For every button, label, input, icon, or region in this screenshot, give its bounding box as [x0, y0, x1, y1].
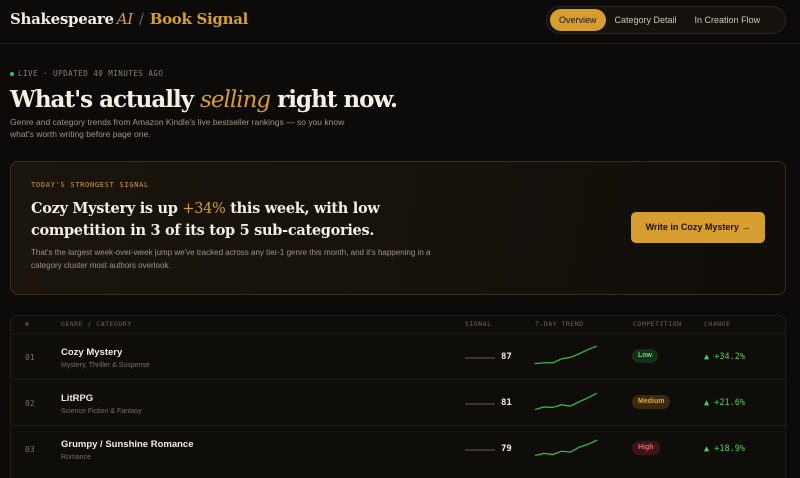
col-trend[interactable]: 7-DAY TREND: [535, 320, 584, 328]
tab-in-creation-flow[interactable]: In Creation Flow: [686, 9, 770, 31]
col-signal[interactable]: SIGNAL: [465, 320, 491, 328]
brand-ai: AI: [116, 10, 133, 28]
view-tabs: Overview Category Detail In Creation Flo…: [546, 6, 786, 34]
signal-bar: [465, 403, 495, 405]
row-rank: 02: [25, 399, 35, 408]
app-logo[interactable]: Shakespeare AI / Book Signal: [10, 10, 248, 28]
col-change[interactable]: CHANGE: [704, 320, 730, 328]
trend-line: [534, 392, 598, 411]
col-genre[interactable]: GENRE / CATEGORY: [61, 320, 132, 328]
genre-name: Grumpy / Sunshine Romance: [61, 439, 194, 450]
competition-badge: Medium: [632, 395, 671, 409]
live-status: LIVE · UPDATED 40 MINUTES AGO: [10, 69, 163, 78]
signal-bar: [465, 449, 495, 451]
genre-category: Romance: [61, 454, 91, 461]
row-rank: 03: [25, 445, 35, 454]
page-subtitle: Genre and category trends from Amazon Ki…: [10, 117, 345, 139]
change-value: ▲ +21.6%: [704, 398, 745, 408]
table-row[interactable]: 01 Cozy Mystery Mystery, Thriller & Susp…: [11, 333, 785, 379]
strongest-signal-card: TODAY'S STRONGEST SIGNAL Cozy Mystery is…: [10, 161, 786, 295]
signal-label: TODAY'S STRONGEST SIGNAL: [31, 181, 149, 189]
signal-headline: Cozy Mystery is up +34% this week, with …: [31, 200, 380, 239]
trend-sparkline: [534, 345, 598, 365]
table-row[interactable]: 02 LitRPG Science Fiction & Fantasy 81 M…: [11, 379, 785, 425]
change-value: ▲ +18.9%: [704, 444, 745, 454]
genre-category: Science Fiction & Fantasy: [61, 408, 142, 415]
table-row[interactable]: 03 Grumpy / Sunshine Romance Romance 79 …: [11, 425, 785, 471]
col-competition[interactable]: COMPETITION: [633, 320, 682, 328]
top-bar: Shakespeare AI / Book Signal Overview Categ…: [0, 0, 800, 44]
signal-score: 79: [501, 444, 512, 454]
genre-category: Mystery, Thriller & Suspense: [61, 362, 150, 369]
genre-name: Cozy Mystery: [61, 347, 123, 358]
col-rank: #: [25, 320, 30, 328]
row-rank: 01: [25, 353, 35, 362]
signal-bar: [465, 357, 495, 359]
product-name: Book Signal: [149, 10, 249, 28]
trend-sparkline: [534, 392, 598, 411]
brand-name: Shakespeare: [10, 10, 114, 28]
trend-line: [534, 345, 598, 365]
genre-table: # GENRE / CATEGORY SIGNAL 7-DAY TREND CO…: [10, 315, 786, 478]
signal-score: 87: [501, 352, 512, 362]
tab-category-detail[interactable]: Category Detail: [606, 9, 686, 31]
trend-sparkline: [534, 439, 598, 457]
brand-separator: /: [138, 10, 144, 28]
live-dot-icon: [10, 71, 14, 76]
signal-description: That's the largest week-over-week jump w…: [31, 248, 431, 270]
competition-badge: Low: [632, 349, 658, 363]
genre-name: LitRPG: [61, 393, 94, 404]
change-value: ▲ +34.2%: [704, 352, 745, 362]
write-in-genre-button[interactable]: Write in Cozy Mystery →: [631, 212, 765, 243]
competition-badge: High: [632, 441, 660, 455]
page-title: What's actually selling right now.: [10, 86, 398, 113]
trend-line: [534, 439, 598, 457]
live-status-text: LIVE · UPDATED 40 MINUTES AGO: [18, 69, 164, 78]
tab-overview[interactable]: Overview: [550, 9, 606, 31]
signal-score: 81: [501, 398, 512, 408]
